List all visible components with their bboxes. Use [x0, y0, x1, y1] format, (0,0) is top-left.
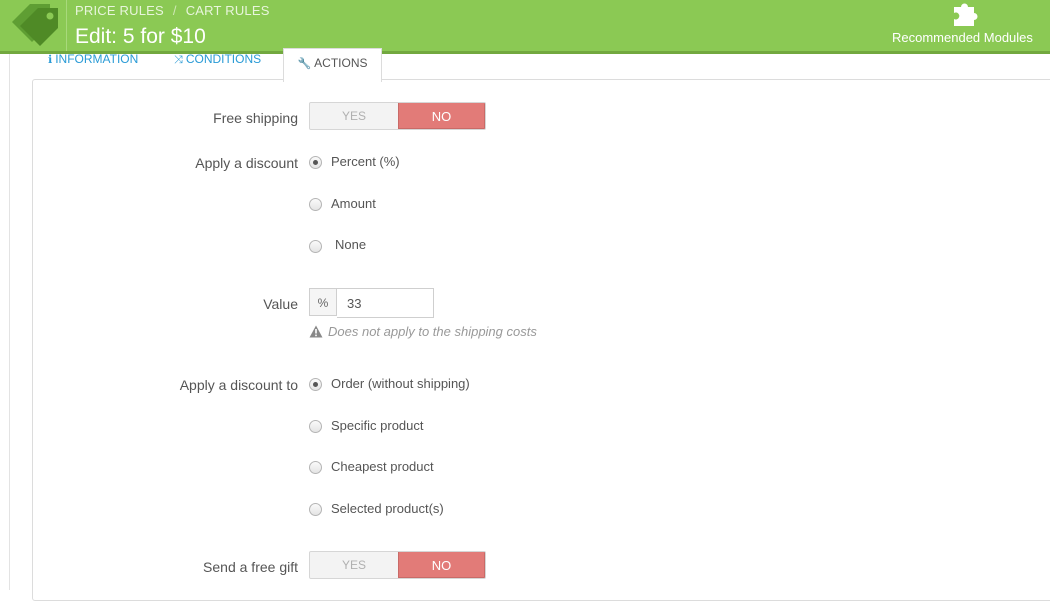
free-shipping-switch[interactable]: YES NO — [309, 102, 486, 130]
value-label: Value — [263, 296, 298, 312]
breadcrumb-price-rules[interactable]: PRICE RULES — [75, 3, 164, 18]
breadcrumb-separator: / — [172, 3, 177, 18]
puzzle-icon — [954, 3, 978, 27]
discount-target-label: Selected product(s) — [331, 501, 444, 516]
tab-actions-label: ACTIONS — [314, 56, 368, 70]
tab-actions[interactable]: 🔧 ACTIONS — [283, 48, 382, 82]
radio-button[interactable] — [309, 503, 322, 516]
value-hint-text: Does not apply to the shipping costs — [328, 324, 537, 339]
price-tag-icon — [12, 4, 58, 46]
discount-option-label: Percent (%) — [331, 154, 400, 169]
discount-value-input[interactable] — [337, 288, 434, 318]
recommended-modules-label: Recommended Modules — [892, 30, 1033, 45]
radio-button[interactable] — [309, 198, 322, 211]
free-gift-yes[interactable]: YES — [310, 552, 398, 578]
header-divider — [66, 0, 67, 51]
apply-discount-to-label: Apply a discount to — [179, 377, 298, 393]
free-shipping-yes[interactable]: YES — [310, 103, 398, 129]
tab-conditions-label: CONDITIONS — [185, 52, 262, 66]
radio-button[interactable] — [309, 461, 322, 474]
radio-button[interactable] — [309, 156, 322, 169]
breadcrumb-cart-rules[interactable]: CART RULES — [186, 3, 270, 18]
discount-target-label: Order (without shipping) — [331, 376, 470, 391]
tab-information[interactable]: ℹ INFORMATION — [48, 53, 138, 77]
percent-addon: % — [309, 288, 337, 316]
discount-target-label: Specific product — [331, 418, 424, 433]
discount-target-label: Cheapest product — [331, 459, 434, 474]
wrench-icon: 🔧 — [297, 58, 312, 70]
page-title: Edit: 5 for $10 — [75, 25, 206, 48]
breadcrumb: PRICE RULES / CART RULES — [75, 3, 270, 18]
page-header: PRICE RULES / CART RULES Edit: 5 for $10 R… — [0, 0, 1050, 51]
recommended-modules-button[interactable]: Recommended Modules — [890, 0, 1050, 51]
apply-discount-label: Apply a discount — [195, 155, 298, 171]
free-gift-switch[interactable]: YES NO — [309, 551, 486, 579]
warning-icon — [309, 325, 323, 338]
left-divider — [9, 54, 10, 590]
free-gift-label: Send a free gift — [203, 559, 298, 575]
actions-panel — [32, 79, 1050, 601]
value-hint: Does not apply to the shipping costs — [309, 324, 537, 339]
discount-option-label: Amount — [331, 196, 376, 211]
radio-button[interactable] — [309, 420, 322, 433]
radio-button[interactable] — [309, 378, 322, 391]
free-shipping-no[interactable]: NO — [398, 103, 485, 129]
tab-information-label: INFORMATION — [55, 52, 139, 66]
tab-conditions[interactable]: ⤨ CONDITIONS — [174, 53, 261, 77]
radio-button[interactable] — [309, 240, 322, 253]
free-shipping-label: Free shipping — [213, 110, 298, 126]
shuffle-icon: ⤨ — [174, 54, 183, 66]
discount-option-label: None — [335, 237, 367, 252]
info-icon: ℹ — [48, 54, 53, 66]
tab-bar: ℹ INFORMATION ⤨ CONDITIONS 🔧 ACTIONS — [0, 48, 1050, 82]
free-gift-no[interactable]: NO — [398, 552, 485, 578]
